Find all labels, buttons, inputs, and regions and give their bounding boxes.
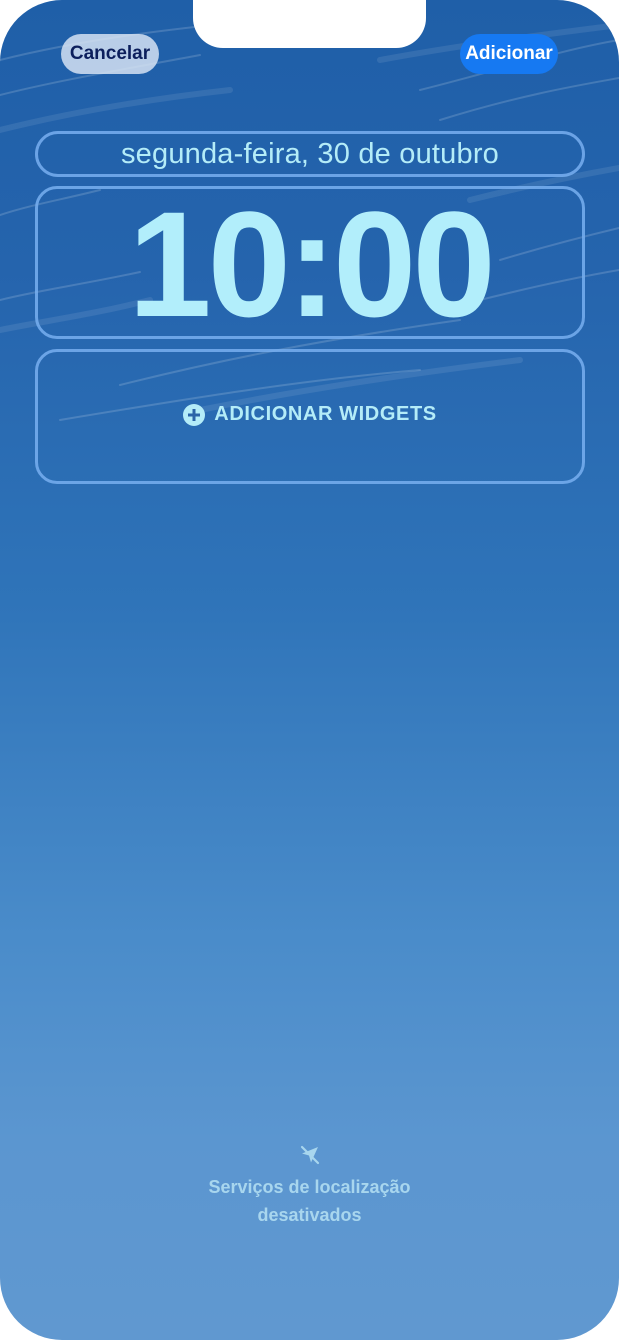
date-label: segunda-feira, 30 de outubro: [120, 137, 500, 170]
cancel-button[interactable]: Cancelar: [61, 34, 159, 74]
add-widgets-row: ADICIONAR WIDGETS: [183, 403, 436, 426]
add-widgets-area[interactable]: ADICIONAR WIDGETS: [35, 349, 585, 484]
date-widget[interactable]: segunda-feira, 30 de outubro: [35, 131, 585, 177]
device-notch: [193, 0, 426, 48]
location-status-text: Serviços de localização desativados: [208, 1177, 411, 1225]
add-widgets-label: ADICIONAR WIDGETS: [214, 403, 437, 425]
lockscreen-editor: Cancelar Adicionar segunda-feira, 30 de …: [0, 0, 619, 1340]
add-button[interactable]: Adicionar: [460, 34, 558, 74]
plus-circle-icon: [183, 403, 206, 426]
clock-time: 10:00: [128, 179, 496, 348]
location-status: Serviços de localização desativados: [0, 1143, 619, 1229]
location-off-icon: [300, 1145, 319, 1165]
clock-widget[interactable]: 10:00: [35, 186, 585, 339]
